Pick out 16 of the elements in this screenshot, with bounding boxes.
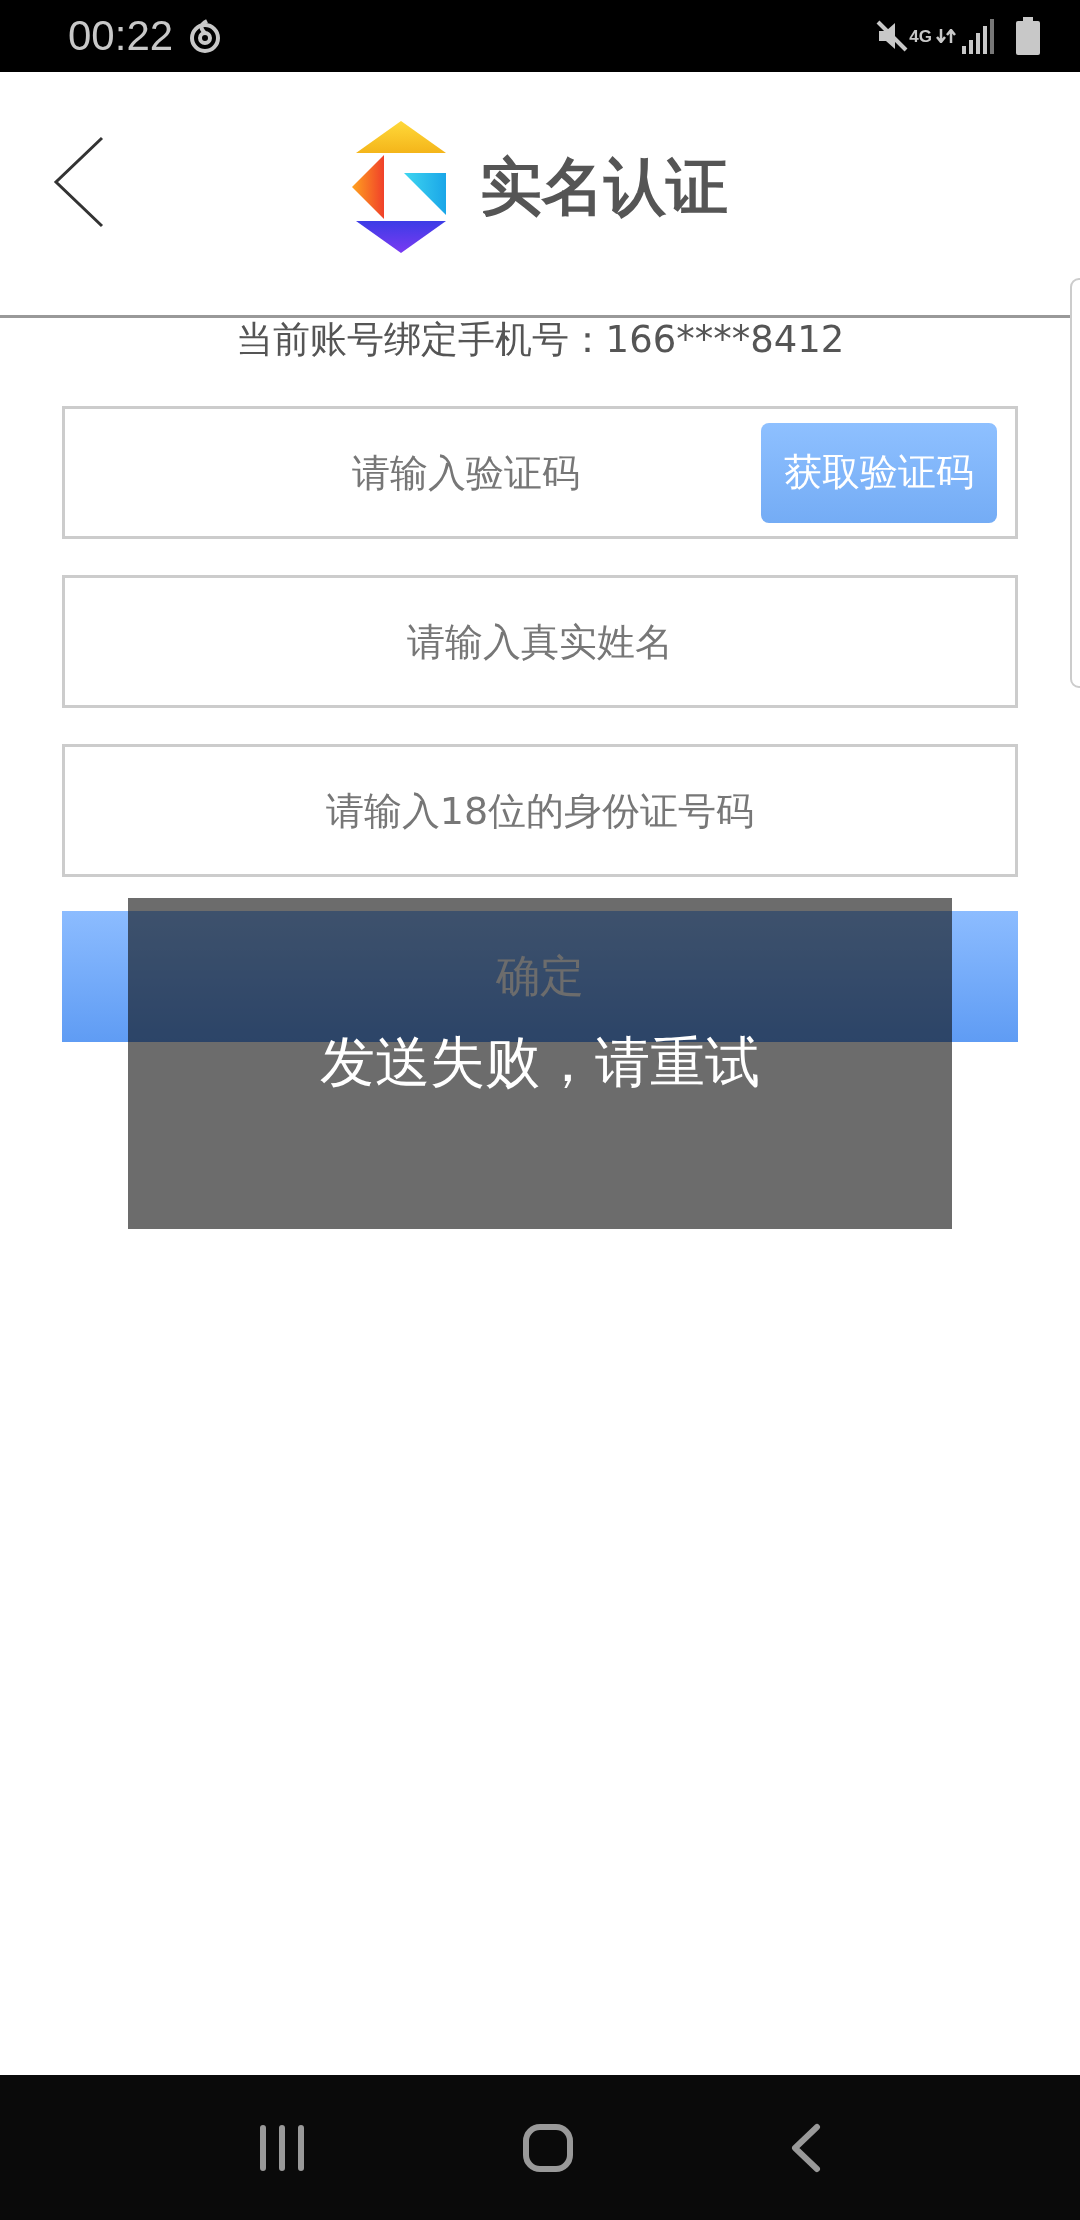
input-field[interactable]: 请输入18位的身份证号码 [62, 744, 1018, 877]
phone-notice: 当前账号绑定手机号：166****8412 [234, 318, 846, 363]
input-field[interactable]: 请输入真实姓名 [62, 575, 1018, 708]
back-nav-button[interactable] [791, 2122, 822, 2173]
data-arrows-icon [936, 29, 956, 43]
battery-icon [1016, 17, 1040, 55]
clock: 00:22 [68, 12, 174, 60]
recent-apps-button[interactable] [258, 2123, 305, 2172]
page-title: 实名认证 [480, 148, 728, 225]
mute-icon [875, 19, 910, 53]
input-field[interactable]: 请输入验证码 获取验证码 [62, 406, 1018, 539]
network-type: 4G [909, 27, 932, 45]
home-button[interactable] [522, 2122, 574, 2173]
get-code-button[interactable]: 获取验证码 [761, 422, 997, 523]
signal-icon [962, 18, 996, 54]
back-button[interactable] [52, 136, 106, 228]
